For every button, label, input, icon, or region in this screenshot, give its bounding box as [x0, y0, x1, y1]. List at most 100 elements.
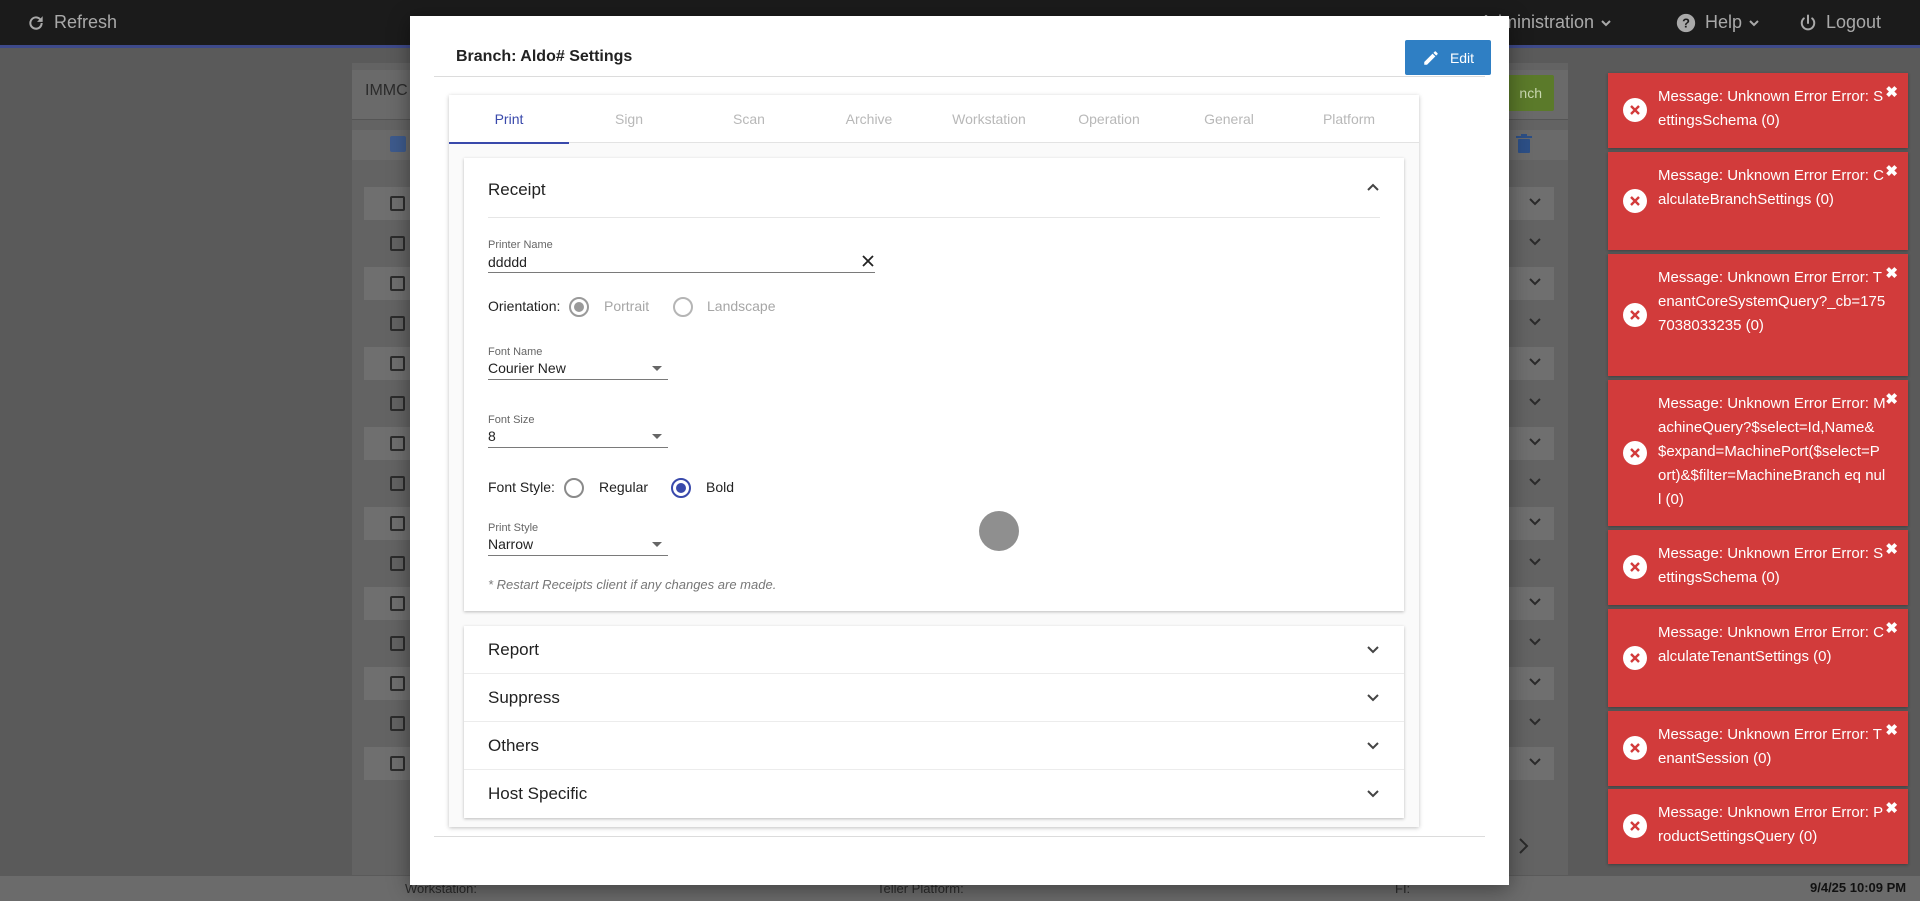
select-all-checkbox[interactable] [390, 136, 406, 152]
orientation-label: Orientation: [488, 298, 561, 314]
tab-print[interactable]: Print [449, 95, 569, 144]
row-checkbox[interactable] [390, 276, 405, 291]
chevron-down-icon[interactable] [1528, 235, 1542, 249]
row-checkbox[interactable] [390, 556, 405, 571]
tab-platform[interactable]: Platform [1289, 95, 1409, 143]
refresh-label: Refresh [54, 12, 118, 32]
edit-button[interactable]: Edit [1405, 40, 1491, 75]
close-icon[interactable]: ✖ [1885, 262, 1898, 286]
row-checkbox[interactable] [390, 716, 405, 731]
font-style-bold-radio[interactable] [671, 478, 691, 498]
row-checkbox[interactable] [390, 676, 405, 691]
error-toast[interactable]: Message: Unknown Error Error: TenantSess… [1608, 711, 1908, 786]
chevron-down-icon[interactable] [1528, 275, 1542, 289]
chevron-down-icon [1367, 646, 1379, 654]
chevron-down-icon[interactable] [1528, 635, 1542, 649]
dropdown-arrow-icon [652, 434, 662, 439]
background-search-input[interactable]: IMMC [365, 82, 408, 100]
close-icon[interactable]: ✖ [1885, 797, 1898, 821]
row-checkbox[interactable] [390, 316, 405, 331]
tab-general[interactable]: General [1169, 95, 1289, 143]
host-specific-panel-header[interactable]: Host Specific [464, 770, 1404, 818]
print-style-underline [488, 555, 668, 556]
chevron-down-icon[interactable] [1528, 315, 1542, 329]
tab-operation[interactable]: Operation [1049, 95, 1169, 143]
row-checkbox[interactable] [390, 596, 405, 611]
chevron-down-icon[interactable] [1528, 715, 1542, 729]
report-panel-title: Report [488, 640, 540, 659]
logout-button[interactable]: Logout [1798, 0, 1881, 45]
chevron-down-icon[interactable] [1528, 555, 1542, 569]
chevron-up-icon [1367, 183, 1379, 191]
chevron-down-icon[interactable] [1528, 395, 1542, 409]
error-icon [1623, 303, 1647, 327]
row-checkbox[interactable] [390, 356, 405, 371]
row-checkbox[interactable] [390, 516, 405, 531]
tab-workstation[interactable]: Workstation [929, 95, 1049, 143]
error-toast[interactable]: Message: Unknown Error Error: SettingsSc… [1608, 530, 1908, 605]
printer-name-input[interactable]: ddddd [488, 254, 527, 270]
close-icon[interactable]: ✖ [1885, 538, 1898, 562]
host-specific-panel-title: Host Specific [488, 784, 588, 803]
chevron-down-icon[interactable] [1528, 755, 1542, 769]
help-label: Help [1705, 12, 1743, 32]
toast-message: Message: Unknown Error Error: CalculateT… [1658, 624, 1884, 665]
row-checkbox[interactable] [390, 436, 405, 451]
chevron-down-icon[interactable] [1528, 435, 1542, 449]
error-icon [1623, 555, 1647, 579]
edit-label: Edit [1449, 49, 1475, 66]
tab-archive[interactable]: Archive [809, 95, 929, 143]
chevron-down-icon[interactable] [1528, 675, 1542, 689]
restart-note: * Restart Receipts client if any changes… [488, 577, 777, 592]
error-icon [1623, 98, 1647, 122]
error-toast[interactable]: Message: Unknown Error Error: CalculateT… [1608, 609, 1908, 707]
error-toast[interactable]: Message: Unknown Error Error: ProductSet… [1608, 789, 1908, 864]
error-toast[interactable]: Message: Unknown Error Error: SettingsSc… [1608, 73, 1908, 148]
report-panel-header[interactable]: Report [464, 626, 1404, 674]
refresh-button[interactable]: Refresh [26, 0, 117, 45]
chevron-down-icon[interactable] [1528, 515, 1542, 529]
others-panel-header[interactable]: Others [464, 722, 1404, 770]
chevron-down-icon [1367, 742, 1379, 750]
chevron-right-icon[interactable] [1516, 837, 1530, 855]
footer-datetime: 9/4/25 10:09 PM [1810, 880, 1907, 895]
row-checkbox[interactable] [390, 396, 405, 411]
row-checkbox[interactable] [390, 636, 405, 651]
orientation-portrait-radio[interactable] [569, 297, 589, 317]
font-size-select[interactable]: 8 [488, 428, 496, 444]
error-toast[interactable]: Message: Unknown Error Error: MachineQue… [1608, 380, 1908, 526]
row-checkbox[interactable] [390, 196, 405, 211]
close-icon[interactable]: ✖ [1885, 388, 1898, 412]
chevron-down-icon[interactable] [1528, 195, 1542, 209]
chevron-down-icon[interactable] [1528, 595, 1542, 609]
close-icon[interactable]: ✖ [1885, 81, 1898, 105]
close-icon[interactable]: ✖ [1885, 160, 1898, 184]
clear-icon[interactable] [862, 255, 874, 267]
error-icon [1623, 189, 1647, 213]
error-icon [1623, 646, 1647, 670]
chevron-down-icon[interactable] [1528, 355, 1542, 369]
error-toast[interactable]: Message: Unknown Error Error: CalculateB… [1608, 152, 1908, 250]
print-style-select[interactable]: Narrow [488, 536, 533, 552]
power-icon [1800, 14, 1816, 30]
error-toast[interactable]: Message: Unknown Error Error: TenantCore… [1608, 254, 1908, 376]
font-name-select[interactable]: Courier New [488, 360, 566, 376]
chevron-down-icon[interactable] [1528, 475, 1542, 489]
help-menu[interactable]: ? Help [1675, 0, 1768, 45]
suppress-panel-header[interactable]: Suppress [464, 674, 1404, 722]
svg-text:?: ? [1682, 15, 1690, 30]
font-style-regular-radio[interactable] [564, 478, 584, 498]
chevron-down-icon [1367, 694, 1379, 702]
row-checkbox[interactable] [390, 476, 405, 491]
row-checkbox[interactable] [390, 756, 405, 771]
others-panel-title: Others [488, 736, 540, 755]
trash-icon[interactable] [1516, 134, 1532, 154]
tab-scan[interactable]: Scan [689, 95, 809, 143]
close-icon[interactable]: ✖ [1885, 617, 1898, 641]
orientation-landscape-label: Landscape [707, 298, 776, 314]
orientation-landscape-radio[interactable] [673, 297, 693, 317]
close-icon[interactable]: ✖ [1885, 719, 1898, 743]
tab-sign[interactable]: Sign [569, 95, 689, 143]
receipt-panel-header[interactable]: Receipt [488, 158, 1380, 218]
row-checkbox[interactable] [390, 236, 405, 251]
